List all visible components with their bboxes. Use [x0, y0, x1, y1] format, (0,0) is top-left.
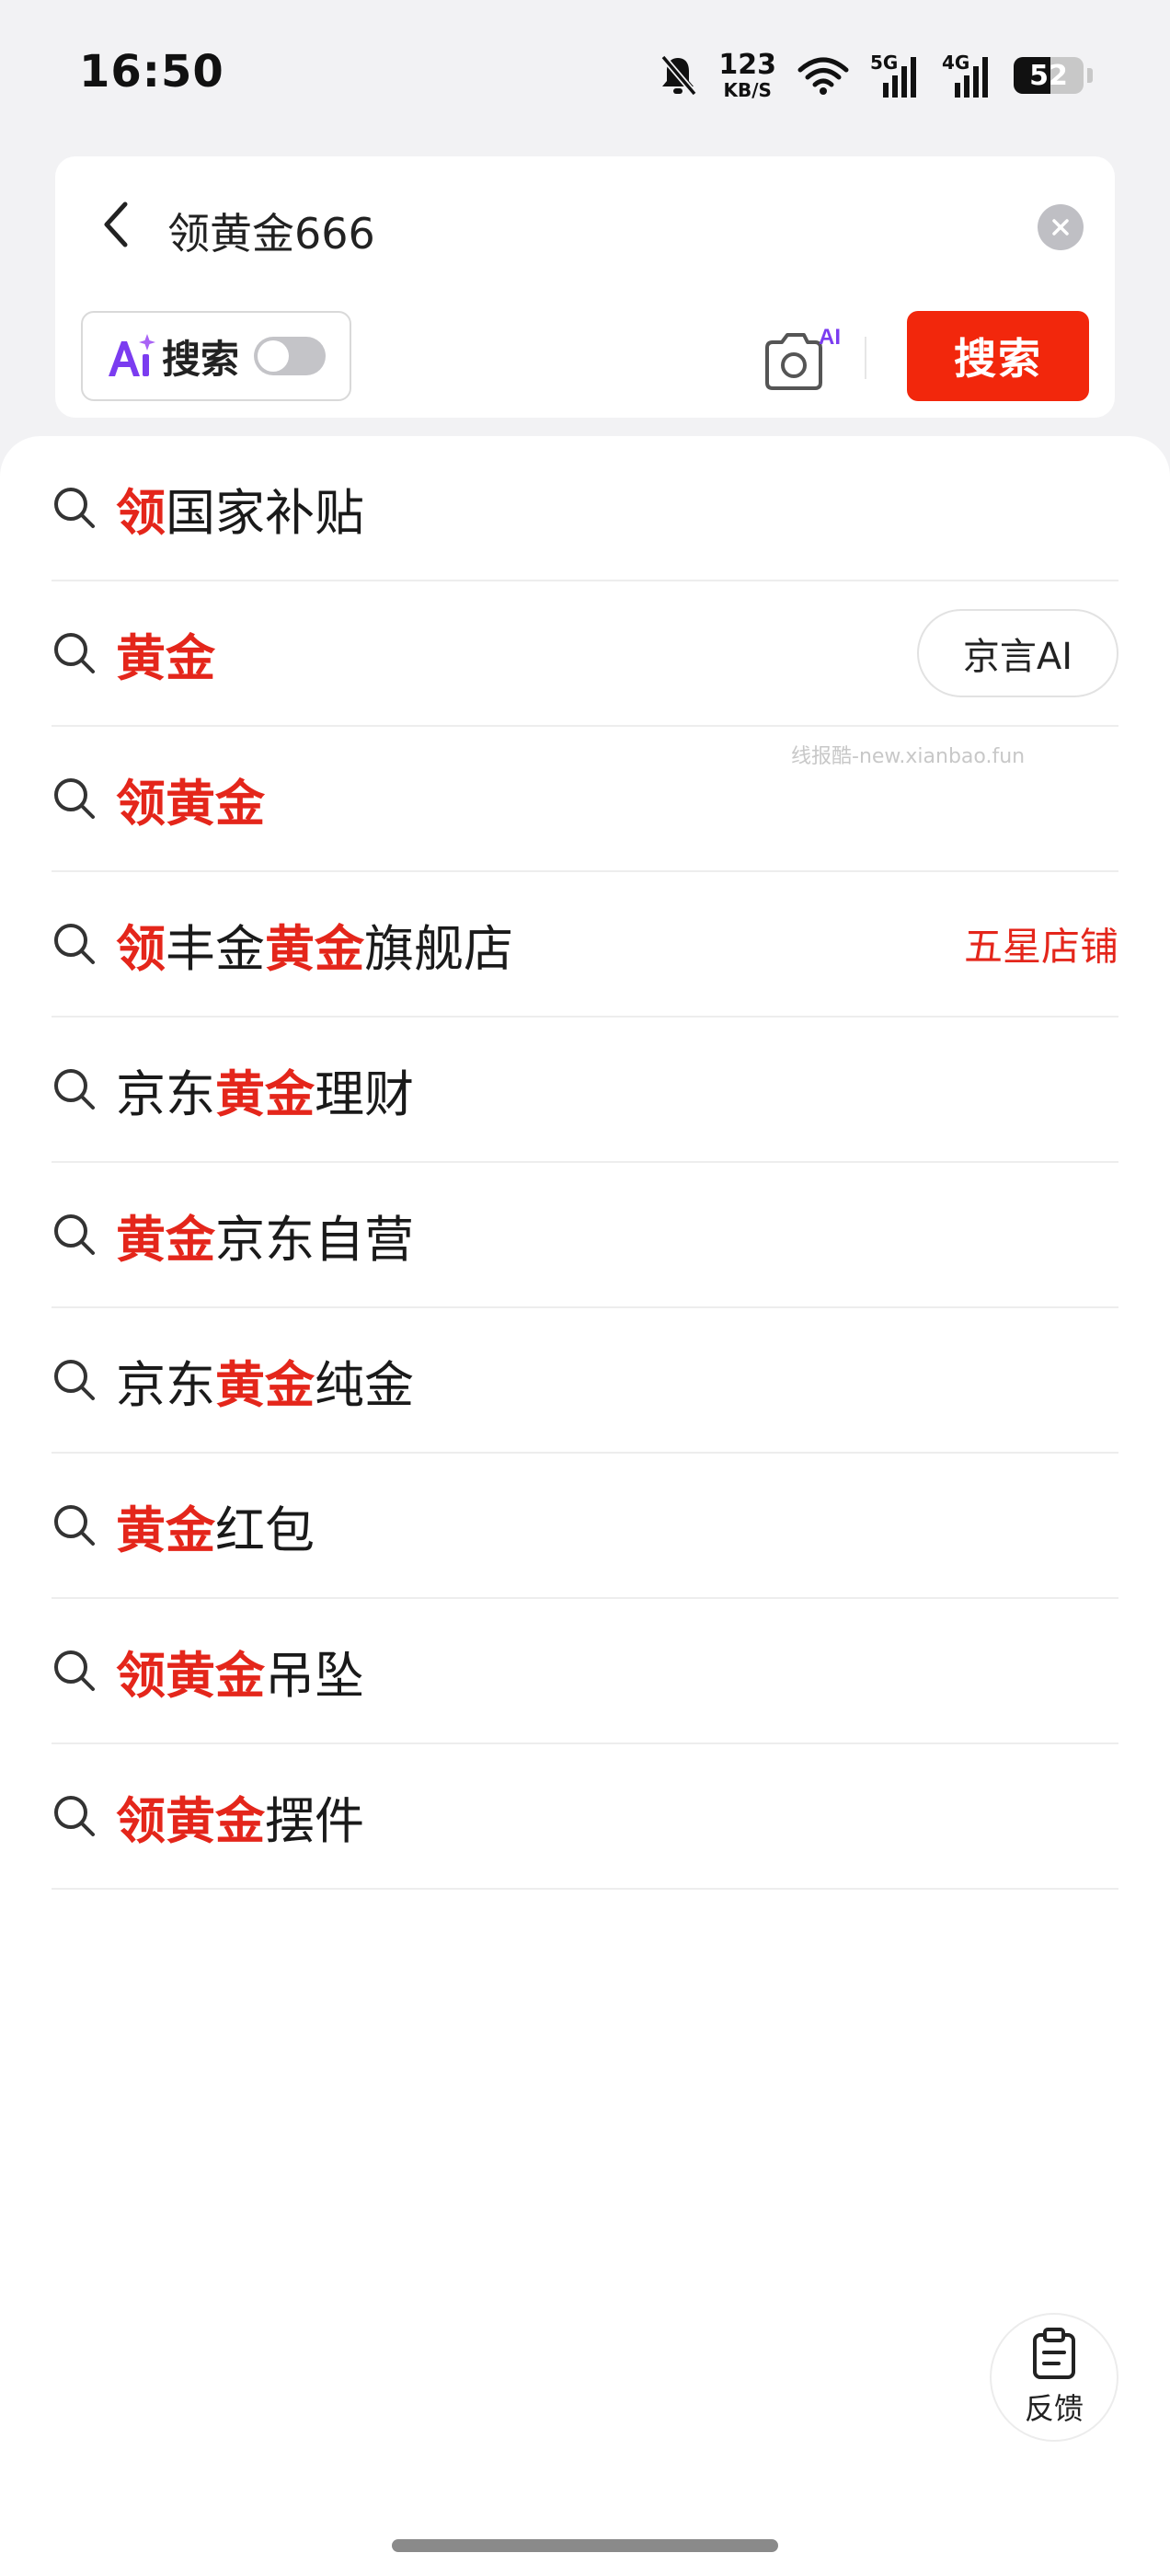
search-icon [52, 1502, 98, 1548]
suggestion-segment: 纯金 [315, 1355, 414, 1414]
highlight-keyword: 领黄金 [116, 774, 265, 833]
suggestion-item[interactable]: 黄金红包 [52, 1454, 1118, 1599]
highlight-keyword: 黄金 [215, 1064, 315, 1123]
back-button[interactable] [88, 197, 143, 252]
battery-cap [1087, 68, 1093, 83]
ai-sparkle-icon [109, 334, 155, 376]
highlight-keyword: 黄金 [116, 1210, 215, 1269]
signal-bars-icon [883, 57, 916, 98]
suggestion-text: 领黄金吊坠 [116, 1635, 364, 1708]
signal-5g: 5G [870, 52, 922, 99]
suggestion-segment: 吊坠 [265, 1646, 364, 1705]
highlight-keyword: 黄金 [116, 1501, 215, 1559]
signal-4g: 4G [942, 52, 993, 99]
bell-muted-icon [660, 54, 698, 97]
status-bar: 16:50 123 KB/S 5G 4G 52 [0, 0, 1170, 147]
suggestion-item[interactable]: 黄金京东自营 [52, 1163, 1118, 1308]
store-rating-tag: 五星店铺 [963, 924, 1118, 970]
suggestion-segment: 摆件 [265, 1791, 364, 1850]
ai-search-toggle[interactable]: 搜索 [81, 311, 351, 401]
suggestion-segment: 旗舰店 [364, 919, 513, 978]
suggestion-text: 领国家补贴 [116, 472, 364, 545]
battery-icon: 52 [1014, 57, 1084, 94]
feedback-label: 反馈 [1024, 2391, 1084, 2426]
highlight-keyword: 领 [116, 483, 166, 542]
search-icon [52, 485, 98, 531]
camera-icon: AI [765, 325, 841, 390]
suggestion-segment: 理财 [315, 1064, 414, 1123]
suggestion-text: 京东黄金理财 [116, 1053, 414, 1126]
status-time: 16:50 [79, 46, 224, 98]
suggestion-text: 京东黄金纯金 [116, 1344, 414, 1417]
signal-bars-icon [955, 57, 988, 98]
network-speed-unit: KB/S [723, 79, 772, 101]
suggestion-item[interactable]: 领黄金吊坠 [52, 1599, 1118, 1744]
suggestion-text: 黄金红包 [116, 1489, 315, 1562]
highlight-keyword: 领 [116, 919, 166, 978]
suggestion-segment: 丰金 [166, 919, 265, 978]
status-icons: 123 KB/S 5G 4G 52 [658, 48, 1093, 103]
search-icon [52, 776, 98, 822]
suggestion-panel: 领国家补贴 黄金 京言AI 领黄金 领丰金黄金旗舰店 五星店铺 京东黄金理财 黄金京东自营 京东… [0, 436, 1170, 2576]
search-icon [52, 921, 98, 967]
camera-ai-badge: AI [819, 325, 841, 350]
suggestion-list: 领国家补贴 黄金 京言AI 领黄金 领丰金黄金旗舰店 五星店铺 京东黄金理财 黄金京东自营 京东… [52, 436, 1118, 1890]
camera-search-button[interactable]: AI [758, 316, 841, 399]
chevron-left-icon [104, 201, 128, 247]
highlight-keyword: 领黄金 [116, 1646, 265, 1705]
search-icon [52, 1357, 98, 1403]
watermark: 线报酷-new.xianbao.fun [791, 745, 1026, 768]
suggestion-segment: 红包 [215, 1501, 315, 1559]
home-indicator[interactable] [392, 2539, 778, 2552]
search-button[interactable]: 搜索 [907, 311, 1089, 401]
feedback-button[interactable]: 反馈 [990, 2313, 1118, 2442]
suggestion-item[interactable]: 京东黄金纯金 [52, 1308, 1118, 1454]
suggestion-text: 领黄金 [116, 763, 265, 835]
suggestion-text: 领丰金黄金旗舰店 [116, 908, 513, 981]
battery-percent: 52 [1029, 59, 1068, 92]
search-icon [52, 1066, 98, 1112]
suggestion-segment: 京东自营 [215, 1210, 414, 1269]
highlight-keyword: 黄金 [116, 628, 215, 687]
suggestion-text: 领黄金摆件 [116, 1780, 364, 1853]
highlight-keyword: 黄金 [265, 919, 364, 978]
ai-search-switch[interactable] [254, 337, 327, 375]
highlight-keyword: 黄金 [215, 1355, 315, 1414]
suggestion-segment: 京东 [116, 1355, 215, 1414]
network-speed: 123 KB/S [718, 49, 776, 101]
suggestion-item[interactable]: 领国家补贴 [52, 436, 1118, 581]
search-icon [52, 1212, 98, 1258]
network-speed-value: 123 [718, 49, 776, 81]
ai-search-label: 搜索 [162, 336, 240, 382]
highlight-keyword: 领黄金 [116, 1791, 265, 1850]
search-icon [52, 1648, 98, 1694]
suggestion-segment: 国家补贴 [166, 483, 364, 542]
ai-chip-button[interactable]: 京言AI [916, 609, 1118, 697]
search-input[interactable]: 领黄金666 [167, 201, 375, 261]
clear-button[interactable] [1038, 204, 1084, 250]
search-card: 领黄金666 搜索 AI 搜索 [55, 156, 1115, 418]
search-icon [52, 630, 98, 676]
suggestion-text: 黄金京东自营 [116, 1199, 414, 1271]
switch-knob [258, 340, 290, 372]
clipboard-icon [1033, 2328, 1075, 2379]
suggestion-item[interactable]: 黄金 京言AI [52, 581, 1118, 727]
suggestion-item[interactable]: 领丰金黄金旗舰店 五星店铺 [52, 872, 1118, 1018]
suggestion-item[interactable]: 京东黄金理财 [52, 1018, 1118, 1163]
search-icon [52, 1793, 98, 1839]
close-icon [1052, 219, 1069, 236]
wifi-icon [797, 57, 849, 95]
divider [865, 337, 866, 379]
suggestion-text: 黄金 [116, 617, 215, 690]
suggestion-item[interactable]: 领黄金摆件 [52, 1744, 1118, 1890]
suggestion-segment: 京东 [116, 1064, 215, 1123]
